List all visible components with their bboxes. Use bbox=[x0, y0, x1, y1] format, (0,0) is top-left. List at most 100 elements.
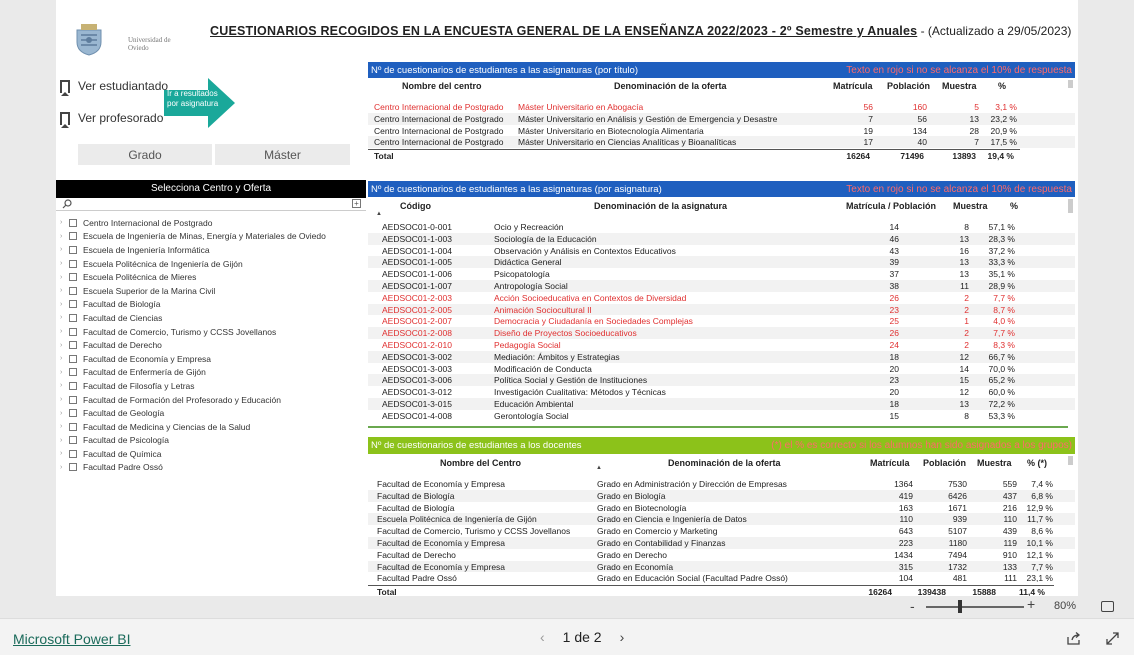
col-poblacion[interactable]: Población bbox=[923, 458, 966, 468]
checkbox[interactable] bbox=[69, 245, 77, 254]
col-percent[interactable]: % bbox=[998, 81, 1006, 91]
filter-item[interactable]: › Facultad de Ciencias bbox=[60, 311, 360, 325]
chevron-right-icon[interactable]: › bbox=[60, 314, 67, 321]
col-muestra[interactable]: Muestra bbox=[942, 81, 977, 91]
table-row[interactable]: AEDSOC01-3-006 Política Social y Gestión … bbox=[368, 374, 1075, 387]
filter-item[interactable]: › Escuela de Ingeniería de Minas, Energía… bbox=[60, 230, 360, 244]
expand-all-icon[interactable]: + bbox=[352, 199, 361, 208]
checkbox[interactable] bbox=[69, 395, 77, 404]
table-row[interactable]: Facultad de Economía y Empresa Grado en A… bbox=[368, 478, 1075, 490]
filter-item[interactable]: › Facultad de Psicología bbox=[60, 434, 360, 448]
chevron-right-icon[interactable]: › bbox=[60, 464, 67, 471]
table-row[interactable]: Facultad de Biología Grado en Biología 419… bbox=[368, 489, 1075, 502]
col-centro[interactable]: Nombre del Centro bbox=[440, 458, 521, 468]
checkbox[interactable] bbox=[69, 422, 77, 431]
filter-item[interactable]: › Escuela Politécnica de Mieres bbox=[60, 270, 360, 284]
table-row[interactable]: AEDSOC01-3-012 Investigación Cualitativa:… bbox=[368, 386, 1075, 398]
col-muestra[interactable]: Muestra bbox=[953, 201, 988, 211]
chevron-right-icon[interactable]: › bbox=[60, 369, 67, 376]
table-row[interactable]: Centro Internacional de Postgrado Máster … bbox=[368, 125, 1075, 137]
col-percent[interactable]: % (*) bbox=[1027, 458, 1047, 468]
chevron-right-icon[interactable]: › bbox=[60, 260, 67, 267]
zoom-slider-thumb[interactable] bbox=[958, 600, 962, 613]
table-row[interactable]: AEDSOC01-4-008 Gerontología Social 15 8 53,3… bbox=[368, 410, 1075, 422]
fit-to-page-icon[interactable] bbox=[1101, 601, 1114, 612]
table-row[interactable]: Facultad de Comercio, Turismo y CCSS Jov… bbox=[368, 525, 1075, 537]
table-row[interactable]: AEDSOC01-3-015 Educación Ambiental 18 13 72,… bbox=[368, 397, 1075, 410]
prev-page-icon[interactable]: ‹ bbox=[540, 629, 545, 645]
table-row[interactable]: Facultad Padre Ossó Grado en Educación So… bbox=[368, 572, 1075, 584]
filter-item[interactable]: › Facultad Padre Ossó bbox=[60, 461, 360, 475]
chevron-right-icon[interactable]: › bbox=[60, 274, 67, 281]
checkbox[interactable] bbox=[69, 327, 77, 336]
table-row[interactable]: AEDSOC01-1-003 Sociología de la Educación… bbox=[368, 232, 1075, 245]
next-page-icon[interactable]: › bbox=[620, 629, 625, 645]
table-row[interactable]: AEDSOC01-1-005 Didáctica General 39 13 33,3 … bbox=[368, 256, 1075, 269]
col-percent[interactable]: % bbox=[1010, 201, 1018, 211]
col-matricula[interactable]: Matrícula bbox=[833, 81, 873, 91]
col-oferta[interactable]: Denominación de la oferta bbox=[668, 458, 781, 468]
checkbox[interactable] bbox=[69, 449, 77, 458]
chevron-right-icon[interactable]: › bbox=[60, 355, 67, 362]
chevron-right-icon[interactable]: › bbox=[60, 396, 67, 403]
chevron-right-icon[interactable]: › bbox=[60, 342, 67, 349]
zoom-in-button[interactable]: + bbox=[1027, 596, 1035, 612]
table-row[interactable]: Centro Internacional de Postgrado Máster … bbox=[368, 136, 1075, 149]
checkbox[interactable] bbox=[69, 409, 77, 418]
chevron-right-icon[interactable]: › bbox=[60, 450, 67, 457]
col-centro[interactable]: Nombre del centro bbox=[402, 81, 482, 91]
table-row[interactable]: AEDSOC01-2-003 Acción Socioeducativa en C… bbox=[368, 292, 1075, 304]
col-muestra[interactable]: Muestra bbox=[977, 458, 1012, 468]
chevron-right-icon[interactable]: › bbox=[60, 233, 67, 240]
checkbox[interactable] bbox=[69, 354, 77, 363]
filter-item[interactable]: › Centro Internacional de Postgrado bbox=[60, 216, 360, 230]
filter-item[interactable]: › Facultad de Derecho bbox=[60, 338, 360, 352]
chevron-right-icon[interactable]: › bbox=[60, 382, 67, 389]
checkbox[interactable] bbox=[69, 313, 77, 322]
table-row[interactable]: AEDSOC01-3-003 Modificación de Conducta 20… bbox=[368, 363, 1075, 375]
table-row[interactable]: AEDSOC01-2-007 Democracia y Ciudadanía en… bbox=[368, 315, 1075, 327]
checkbox[interactable] bbox=[69, 232, 77, 241]
sort-asc-icon[interactable]: ▲ bbox=[596, 465, 602, 471]
filter-item[interactable]: › Escuela Politécnica de Ingeniería de Gi… bbox=[60, 257, 360, 271]
master-button[interactable]: Máster bbox=[215, 144, 350, 165]
table-row[interactable]: AEDSOC01-0-001 Ocio y Recreación 14 8 57,1 % bbox=[368, 221, 1075, 233]
zoom-out-button[interactable]: - bbox=[910, 598, 915, 614]
col-matricula[interactable]: Matrícula bbox=[870, 458, 910, 468]
zoom-slider[interactable] bbox=[926, 606, 1024, 608]
table-row[interactable]: Facultad de Economía y Empresa Grado en E… bbox=[368, 560, 1075, 573]
col-asignatura[interactable]: Denominación de la asignatura bbox=[594, 201, 727, 211]
ver-profesorado-button[interactable]: Ver profesorado bbox=[60, 111, 163, 128]
checkbox[interactable] bbox=[69, 341, 77, 350]
chevron-right-icon[interactable]: › bbox=[60, 328, 67, 335]
col-oferta[interactable]: Denominación de la oferta bbox=[614, 81, 727, 91]
filter-search-input[interactable]: + bbox=[56, 198, 366, 211]
checkbox[interactable] bbox=[69, 368, 77, 377]
scrollbar[interactable] bbox=[1068, 199, 1073, 213]
chevron-right-icon[interactable]: › bbox=[60, 219, 67, 226]
table-row[interactable]: Facultad de Derecho Grado en Derecho 1434 7… bbox=[368, 549, 1075, 561]
checkbox[interactable] bbox=[69, 218, 77, 227]
go-to-subjects-button[interactable]: Ir a resultados por asignatura bbox=[164, 76, 236, 130]
filter-item[interactable]: › Facultad de Medicina y Ciencias de la S… bbox=[60, 420, 360, 434]
grado-button[interactable]: Grado bbox=[78, 144, 212, 165]
sort-asc-icon[interactable]: ▲ bbox=[376, 211, 382, 217]
filter-item[interactable]: › Facultad de Geología bbox=[60, 406, 360, 420]
checkbox[interactable] bbox=[69, 273, 77, 282]
table-row[interactable]: Centro Internacional de Postgrado Máster … bbox=[368, 112, 1075, 125]
chevron-right-icon[interactable]: › bbox=[60, 301, 67, 308]
share-icon[interactable] bbox=[1067, 632, 1081, 645]
table-row[interactable]: AEDSOC01-2-010 Pedagogía Social 24 2 8,3 % bbox=[368, 339, 1075, 351]
col-codigo[interactable]: Código bbox=[400, 201, 431, 211]
chevron-right-icon[interactable]: › bbox=[60, 410, 67, 417]
filter-item[interactable]: › Facultad de Filosofía y Letras bbox=[60, 379, 360, 393]
checkbox[interactable] bbox=[69, 381, 77, 390]
table-row[interactable]: Escuela Politécnica de Ingeniería de Gij… bbox=[368, 513, 1075, 526]
checkbox[interactable] bbox=[69, 436, 77, 445]
power-bi-link[interactable]: Microsoft Power BI bbox=[13, 631, 130, 647]
filter-item[interactable]: › Escuela de Ingeniería Informática bbox=[60, 243, 360, 257]
filter-item[interactable]: › Escuela Superior de la Marina Civil bbox=[60, 284, 360, 298]
chevron-right-icon[interactable]: › bbox=[60, 287, 67, 294]
table-row[interactable]: AEDSOC01-1-007 Antropología Social 38 11 28,… bbox=[368, 279, 1075, 292]
scrollbar[interactable] bbox=[1068, 80, 1073, 88]
